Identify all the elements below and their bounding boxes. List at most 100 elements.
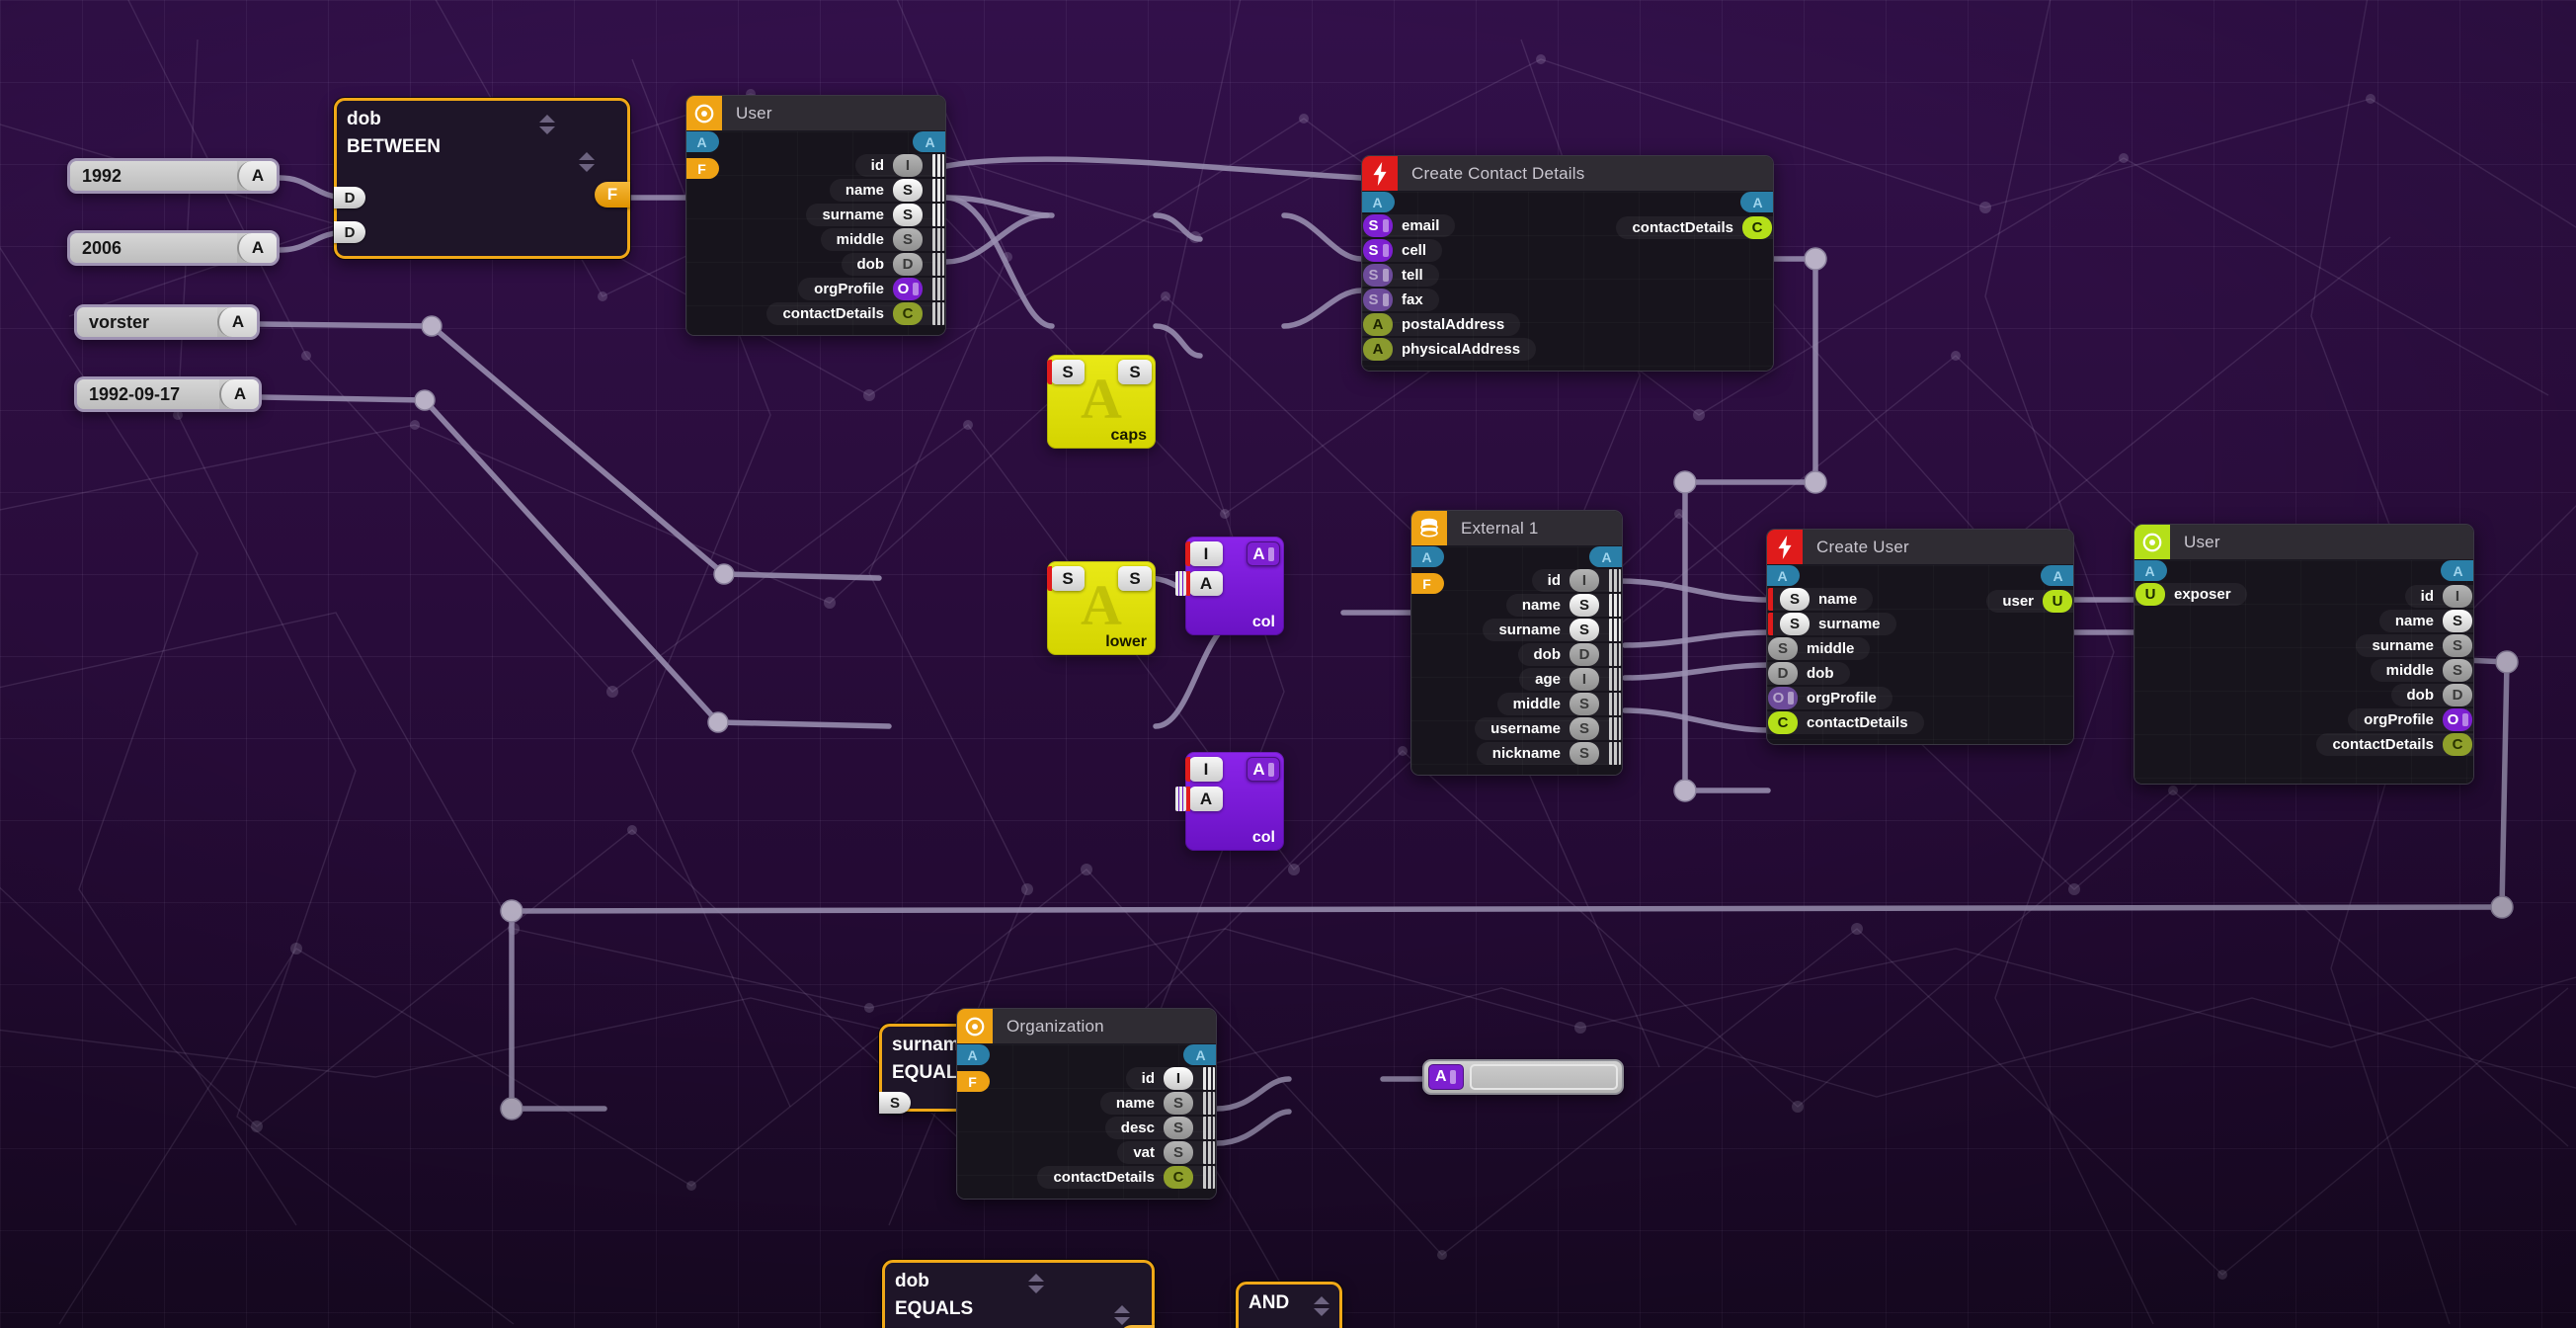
type-badge-s-array[interactable]: S <box>1363 264 1393 287</box>
field-row-contactdetails[interactable]: contactDetails C <box>2134 733 2473 756</box>
type-badge-o-array[interactable]: O <box>893 278 923 300</box>
field-row-physicaladdress[interactable]: A physicalAddress <box>1362 338 1773 361</box>
input-port-d-1[interactable]: D <box>334 187 365 208</box>
output-connector[interactable] <box>1203 1141 1215 1164</box>
exec-in-port[interactable]: A <box>686 131 719 152</box>
input-port-a[interactable]: A <box>1175 571 1223 596</box>
output-connector[interactable] <box>932 278 944 300</box>
output-port-f[interactable]: F <box>595 182 630 208</box>
operator-spinner[interactable] <box>579 152 595 172</box>
output-connector[interactable] <box>932 204 944 226</box>
exec-out-port[interactable]: A <box>913 131 945 152</box>
field-row-dob[interactable]: dob D <box>2134 684 2473 706</box>
node-titlebar[interactable]: External 1 <box>1411 511 1622 546</box>
exec-out-port[interactable]: A <box>1740 192 1773 212</box>
type-badge-d[interactable]: D <box>2443 684 2472 706</box>
type-badge-i[interactable]: I <box>1164 1067 1193 1090</box>
type-badge-s[interactable]: S <box>1164 1141 1193 1164</box>
node-titlebar[interactable]: User <box>2134 525 2473 560</box>
output-port-a-array[interactable]: A <box>1247 757 1280 782</box>
field-row-dob[interactable]: D dob <box>1767 662 2073 685</box>
output-connector[interactable] <box>1609 717 1621 740</box>
value-node-1992[interactable]: 1992 A <box>67 158 280 194</box>
graph-canvas[interactable]: 1992 A 2006 A vorster A 1992-09-17 A dob… <box>0 0 2576 1328</box>
type-badge-s[interactable]: S <box>1780 613 1810 635</box>
field-row-dob[interactable]: dob D <box>1411 643 1622 666</box>
field-row-middle[interactable]: S middle <box>1767 637 2073 660</box>
field-spinner[interactable] <box>1028 1274 1044 1293</box>
output-port-a[interactable]: A <box>217 307 257 337</box>
field-row-orgprofile[interactable]: orgProfile O <box>686 278 945 300</box>
output-connector[interactable] <box>1609 693 1621 715</box>
col-node-1[interactable]: I A A col <box>1175 537 1284 635</box>
type-badge-c[interactable]: C <box>1768 711 1798 734</box>
exec-in-port[interactable]: A <box>1767 565 1800 586</box>
input-port-s[interactable]: S <box>1047 566 1085 591</box>
type-badge-a-array[interactable]: A <box>1428 1064 1464 1090</box>
type-badge-o-array[interactable]: O <box>1768 687 1798 709</box>
output-port-s[interactable]: S <box>1118 360 1152 384</box>
empty-field-node[interactable]: A <box>1422 1059 1624 1095</box>
action-node-create-contact-details[interactable]: Create Contact Details A A S email S cel… <box>1361 155 1774 372</box>
node-titlebar[interactable]: Create User <box>1767 530 2073 565</box>
output-port-a[interactable]: A <box>219 379 259 409</box>
type-badge-d[interactable]: D <box>893 253 923 276</box>
type-badge-s[interactable]: S <box>2443 659 2472 682</box>
output-connector[interactable] <box>1609 594 1621 617</box>
type-badge-s-array[interactable]: S <box>1363 289 1393 311</box>
field-row-username[interactable]: username S <box>1411 717 1622 740</box>
exec-out-port[interactable]: A <box>1589 546 1622 567</box>
type-badge-c[interactable]: C <box>893 302 923 325</box>
output-port-a[interactable]: A <box>237 233 277 263</box>
field-row-id[interactable]: id I <box>1411 569 1622 592</box>
output-connector[interactable] <box>1609 569 1621 592</box>
input-port-i[interactable]: I <box>1185 541 1223 566</box>
type-badge-c[interactable]: C <box>1742 216 1772 239</box>
type-badge-i[interactable]: I <box>1570 668 1599 691</box>
type-badge-s[interactable]: S <box>1768 637 1798 660</box>
string-node-lower[interactable]: A S S lower <box>1047 561 1156 655</box>
type-badge-s[interactable]: S <box>1570 742 1599 765</box>
field-row-surname[interactable]: surname S <box>1411 619 1622 641</box>
text-input[interactable] <box>1470 1064 1618 1090</box>
type-badge-s[interactable]: S <box>1570 717 1599 740</box>
type-badge-s[interactable]: S <box>893 179 923 202</box>
type-badge-d[interactable]: D <box>1570 643 1599 666</box>
operator-node-dob-equals[interactable]: dob EQUALS D F <box>882 1260 1155 1328</box>
node-titlebar[interactable]: Organization <box>957 1009 1216 1044</box>
field-row-desc[interactable]: desc S <box>957 1117 1216 1139</box>
value-input[interactable]: 2006 <box>70 233 237 263</box>
type-badge-o-array[interactable]: O <box>2443 708 2472 731</box>
type-badge-s[interactable]: S <box>1570 594 1599 617</box>
exec-in-port[interactable]: A <box>1411 546 1444 567</box>
type-badge-a[interactable]: A <box>1363 338 1393 361</box>
type-badge-i[interactable]: I <box>893 154 923 177</box>
output-connector[interactable] <box>932 253 944 276</box>
value-input[interactable]: vorster <box>77 307 217 337</box>
field-row-nickname[interactable]: nickname S <box>1411 742 1622 765</box>
output-connector[interactable] <box>932 179 944 202</box>
input-port-a[interactable]: A <box>1175 787 1223 811</box>
exec-in-port[interactable]: A <box>957 1044 990 1065</box>
action-node-create-user[interactable]: Create User A A S name S surname S middl… <box>1766 529 2074 745</box>
field-row-vat[interactable]: vat S <box>957 1141 1216 1164</box>
type-badge-s[interactable]: S <box>1570 619 1599 641</box>
field-row-id[interactable]: id I <box>2134 585 2473 608</box>
type-badge-s-array[interactable]: S <box>1363 239 1393 262</box>
field-row-fax[interactable]: S fax <box>1362 289 1773 311</box>
type-badge-c[interactable]: C <box>1164 1166 1193 1189</box>
value-input[interactable]: 1992-09-17 <box>77 379 219 409</box>
type-badge-i[interactable]: I <box>1570 569 1599 592</box>
field-row-middle[interactable]: middle S <box>2134 659 2473 682</box>
col-node-2[interactable]: I A A col <box>1175 752 1284 851</box>
field-row-contactdetails-out[interactable]: contactDetails C <box>1362 216 1773 239</box>
node-titlebar[interactable]: Create Contact Details <box>1362 156 1773 192</box>
exec-out-port[interactable]: A <box>2041 565 2073 586</box>
field-row-name[interactable]: name S <box>1411 594 1622 617</box>
field-row-id[interactable]: id I <box>686 154 945 177</box>
entity-node-external-1[interactable]: External 1 A A F id I name S surname S d… <box>1410 510 1623 776</box>
input-connector[interactable] <box>1768 613 1773 635</box>
field-row-age[interactable]: age I <box>1411 668 1622 691</box>
output-connector[interactable] <box>1203 1166 1215 1189</box>
field-row-postaladdress[interactable]: A postalAddress <box>1362 313 1773 336</box>
